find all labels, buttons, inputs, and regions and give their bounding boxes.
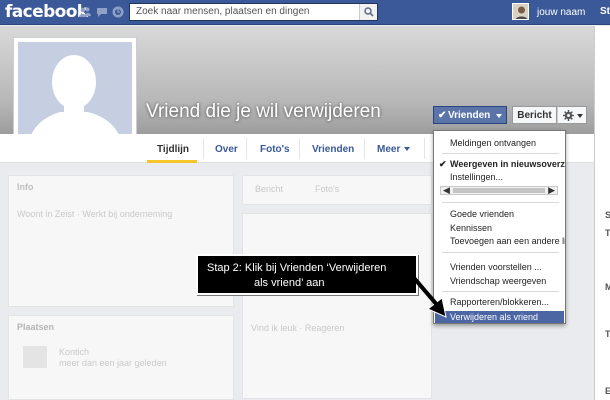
profile-name: Vriend die je wil verwijderen: [146, 101, 381, 122]
sidebar-text-cut: E: [605, 386, 610, 396]
menu-separator: [442, 252, 559, 253]
sidebar-text-cut: T: [605, 329, 610, 339]
menu-separator: [442, 291, 559, 292]
menu-separator: [442, 202, 559, 203]
places-card: Plaatsen Kontich meer dan een jaar geled…: [8, 315, 234, 400]
user-name-link[interactable]: jouw naam: [537, 7, 585, 18]
tab-about[interactable]: Over: [215, 144, 238, 155]
gear-icon: [563, 110, 574, 121]
search-button[interactable]: [359, 4, 377, 20]
chevron-down-icon: [404, 147, 411, 151]
messages-icon[interactable]: [96, 6, 108, 18]
sidebar-text-cut: S: [605, 210, 610, 220]
composer-tab-post: Bericht: [255, 184, 284, 194]
notifications-icon[interactable]: [112, 6, 124, 18]
scroll-right-icon[interactable]: ▶: [548, 185, 555, 196]
composer-tab-photos: Foto's: [315, 184, 340, 194]
callout-line-1: Stap 2: Klik bij Vrienden ‘Verwijderen: [207, 262, 387, 274]
sidebar-text-cut: M: [605, 282, 610, 292]
friends-button[interactable]: ✔ Vrienden: [433, 106, 507, 124]
user-avatar[interactable]: [512, 3, 529, 20]
info-card-title: Info: [17, 182, 34, 192]
settings-menu-button[interactable]: [557, 106, 587, 124]
home-link-cut[interactable]: St: [600, 6, 610, 17]
scrollbar-thumb[interactable]: [453, 188, 545, 193]
menu-item-get-notifications[interactable]: Meldingen ontvangen: [450, 138, 536, 148]
menu-item-settings[interactable]: Instellingen...: [450, 172, 503, 182]
menu-item-suggest-friends[interactable]: Vrienden voorstellen ...: [450, 262, 542, 272]
menu-item-close-friends[interactable]: Goede vrienden: [450, 209, 514, 219]
right-sidebar: S T M T E S: [594, 26, 610, 400]
message-button[interactable]: Bericht: [512, 106, 557, 124]
status-composer: Bericht Foto's: [242, 175, 432, 205]
active-tab-indicator: [147, 134, 197, 163]
callout-line-2: als vriend’ aan: [254, 277, 325, 289]
menu-separator: [442, 153, 559, 154]
friends-button-label: Vrienden: [448, 110, 491, 121]
tab-more[interactable]: Meer: [377, 144, 411, 155]
sidebar-text-cut: T: [605, 228, 610, 238]
menu-horizontal-scrollbar[interactable]: ◀ ▶: [440, 185, 558, 196]
menu-item-unfriend[interactable]: Verwijderen als vriend: [450, 312, 538, 322]
chevron-down-icon: [496, 114, 502, 118]
tab-divider: [299, 138, 300, 159]
info-card-line: Woont in Zeist · Werkt bij onderneming: [17, 209, 173, 219]
menu-item-report-block[interactable]: Rapporteren/blokkeren...: [450, 297, 549, 307]
tab-divider: [424, 138, 425, 159]
facebook-logo[interactable]: facebook: [5, 2, 88, 22]
tab-divider: [203, 138, 204, 159]
story-card: Vind ik leuk · Reageren: [242, 213, 432, 399]
chevron-down-icon: [577, 114, 583, 118]
search-placeholder: Zoek naar mensen, plaatsen en dingen: [136, 6, 310, 17]
place-time: meer dan een jaar geleden: [59, 358, 167, 368]
scroll-left-icon[interactable]: ◀: [443, 185, 450, 196]
friends-dropdown-menu: Meldingen ontvangen ✔ Weergeven in nieuw…: [433, 130, 566, 324]
menu-item-acquaintances[interactable]: Kennissen: [450, 223, 492, 233]
check-icon: ✔: [438, 110, 447, 121]
menu-item-add-to-list[interactable]: Toevoegen aan een andere lijst...: [450, 236, 565, 246]
tab-more-label: Meer: [377, 144, 401, 155]
places-title: Plaatsen: [17, 322, 55, 332]
callout-arrow-icon: [412, 276, 447, 318]
instruction-callout: Stap 2: Klik bij Vrienden ‘Verwijderen a…: [196, 254, 418, 295]
top-navigation-bar: facebook Zoek naar mensen, plaatsen en d…: [0, 0, 610, 25]
search-input[interactable]: Zoek naar mensen, plaatsen en dingen: [129, 3, 378, 21]
menu-item-see-friendship[interactable]: Vriendschap weergeven: [450, 276, 546, 286]
tab-photos[interactable]: Foto's: [260, 144, 290, 155]
place-thumbnail: [23, 346, 47, 368]
tab-friends[interactable]: Vrienden: [312, 144, 354, 155]
tab-divider: [246, 138, 247, 159]
story-like-comment: Vind ik leuk · Reageren: [251, 323, 345, 333]
search-icon: [364, 7, 374, 17]
tab-divider: [364, 138, 365, 159]
place-name: Kontich: [59, 347, 90, 357]
menu-item-show-in-news-feed[interactable]: Weergeven in nieuwsoverzicht: [450, 159, 565, 169]
check-icon: ✔: [439, 159, 447, 169]
friend-requests-icon[interactable]: [79, 6, 91, 18]
